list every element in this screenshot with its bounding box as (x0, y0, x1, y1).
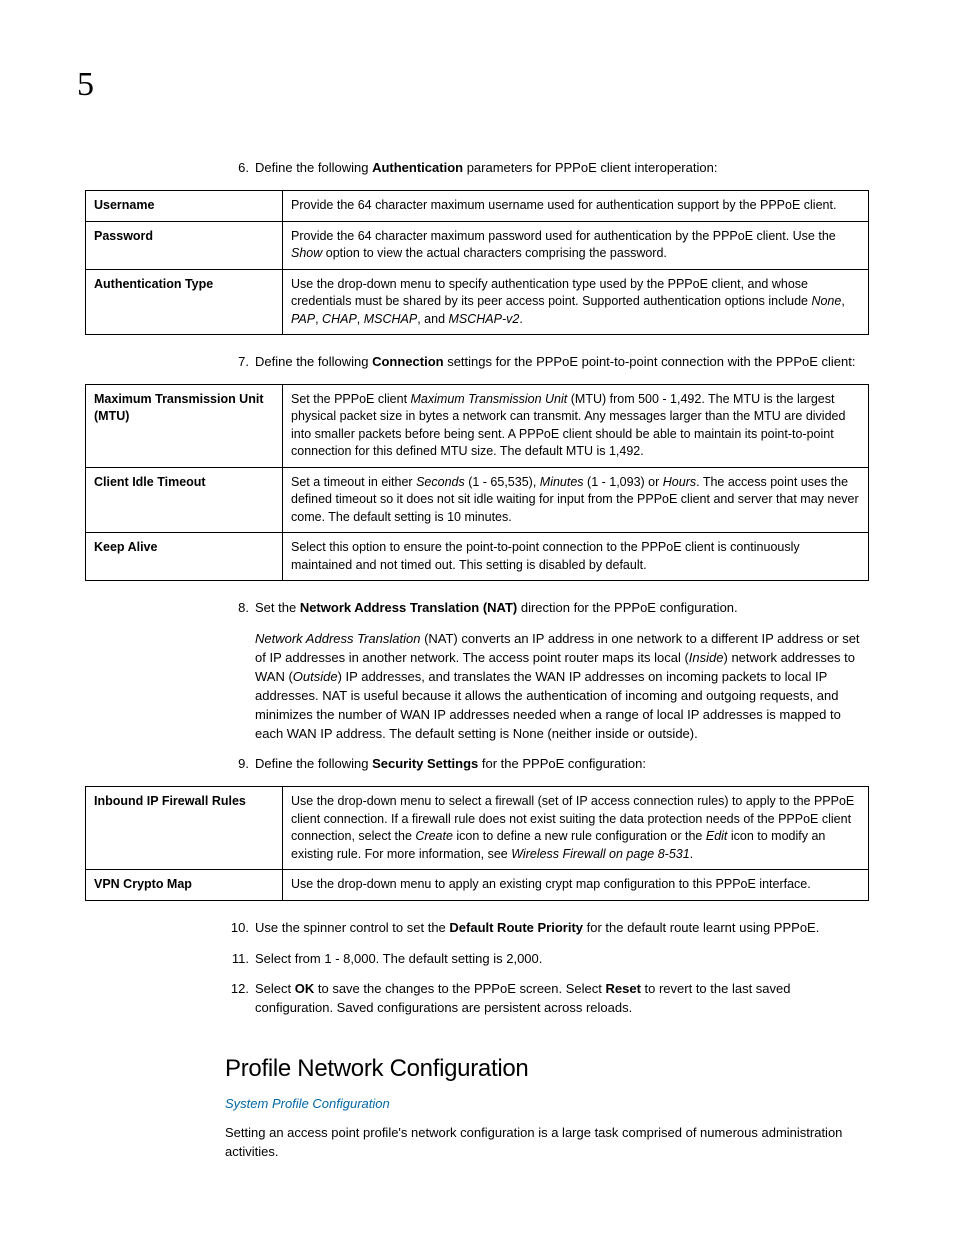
param-desc: Select this option to ensure the point-t… (283, 533, 869, 581)
authentication-params-table: Username Provide the 64 character maximu… (85, 190, 869, 335)
step-text: Define the following Security Settings f… (255, 756, 646, 771)
nat-paragraph: Network Address Translation (NAT) conver… (255, 630, 869, 743)
table-row: Username Provide the 64 character maximu… (86, 191, 869, 222)
breadcrumb-link[interactable]: System Profile Configuration (225, 1095, 869, 1114)
step-text: Set the Network Address Translation (NAT… (255, 600, 738, 615)
param-desc: Set the PPPoE client Maximum Transmissio… (283, 384, 869, 467)
param-desc: Use the drop-down menu to apply an exist… (283, 870, 869, 901)
param-label: Keep Alive (86, 533, 283, 581)
table-row: VPN Crypto Map Use the drop-down menu to… (86, 870, 869, 901)
step-number: 10. (225, 919, 249, 938)
step-11: 11. Select from 1 - 8,000. The default s… (225, 950, 869, 969)
chapter-number: 5 (77, 60, 869, 109)
step-number: 6. (225, 159, 249, 178)
security-params-table: Inbound IP Firewall Rules Use the drop-d… (85, 786, 869, 901)
param-label: Client Idle Timeout (86, 467, 283, 533)
step-number: 12. (225, 980, 249, 999)
section-intro: Setting an access point profile's networ… (225, 1124, 869, 1162)
step-text: Select OK to save the changes to the PPP… (255, 981, 790, 1015)
table-row: Maximum Transmission Unit (MTU) Set the … (86, 384, 869, 467)
param-desc: Provide the 64 character maximum passwor… (283, 221, 869, 269)
param-desc: Provide the 64 character maximum usernam… (283, 191, 869, 222)
table-row: Client Idle Timeout Set a timeout in eit… (86, 467, 869, 533)
step-number: 8. (225, 599, 249, 618)
param-desc: Set a timeout in either Seconds (1 - 65,… (283, 467, 869, 533)
step-6: 6. Define the following Authentication p… (225, 159, 869, 178)
connection-params-table: Maximum Transmission Unit (MTU) Set the … (85, 384, 869, 582)
table-row: Inbound IP Firewall Rules Use the drop-d… (86, 787, 869, 870)
step-12: 12. Select OK to save the changes to the… (225, 980, 869, 1018)
param-label: Password (86, 221, 283, 269)
step-10: 10. Use the spinner control to set the D… (225, 919, 869, 938)
table-row: Authentication Type Use the drop-down me… (86, 269, 869, 335)
param-desc: Use the drop-down menu to specify authen… (283, 269, 869, 335)
step-number: 9. (225, 755, 249, 774)
section-heading: Profile Network Configuration (225, 1052, 869, 1087)
step-text: Define the following Connection settings… (255, 354, 855, 369)
param-label: Maximum Transmission Unit (MTU) (86, 384, 283, 467)
step-text: Select from 1 - 8,000. The default setti… (255, 951, 542, 966)
param-label: Authentication Type (86, 269, 283, 335)
step-number: 11. (225, 950, 249, 969)
param-label: VPN Crypto Map (86, 870, 283, 901)
table-row: Password Provide the 64 character maximu… (86, 221, 869, 269)
step-8: 8. Set the Network Address Translation (… (225, 599, 869, 743)
table-row: Keep Alive Select this option to ensure … (86, 533, 869, 581)
step-number: 7. (225, 353, 249, 372)
step-7: 7. Define the following Connection setti… (225, 353, 869, 372)
step-text: Define the following Authentication para… (255, 160, 717, 175)
param-label: Username (86, 191, 283, 222)
step-text: Use the spinner control to set the Defau… (255, 920, 819, 935)
param-label: Inbound IP Firewall Rules (86, 787, 283, 870)
step-9: 9. Define the following Security Setting… (225, 755, 869, 774)
param-desc: Use the drop-down menu to select a firew… (283, 787, 869, 870)
